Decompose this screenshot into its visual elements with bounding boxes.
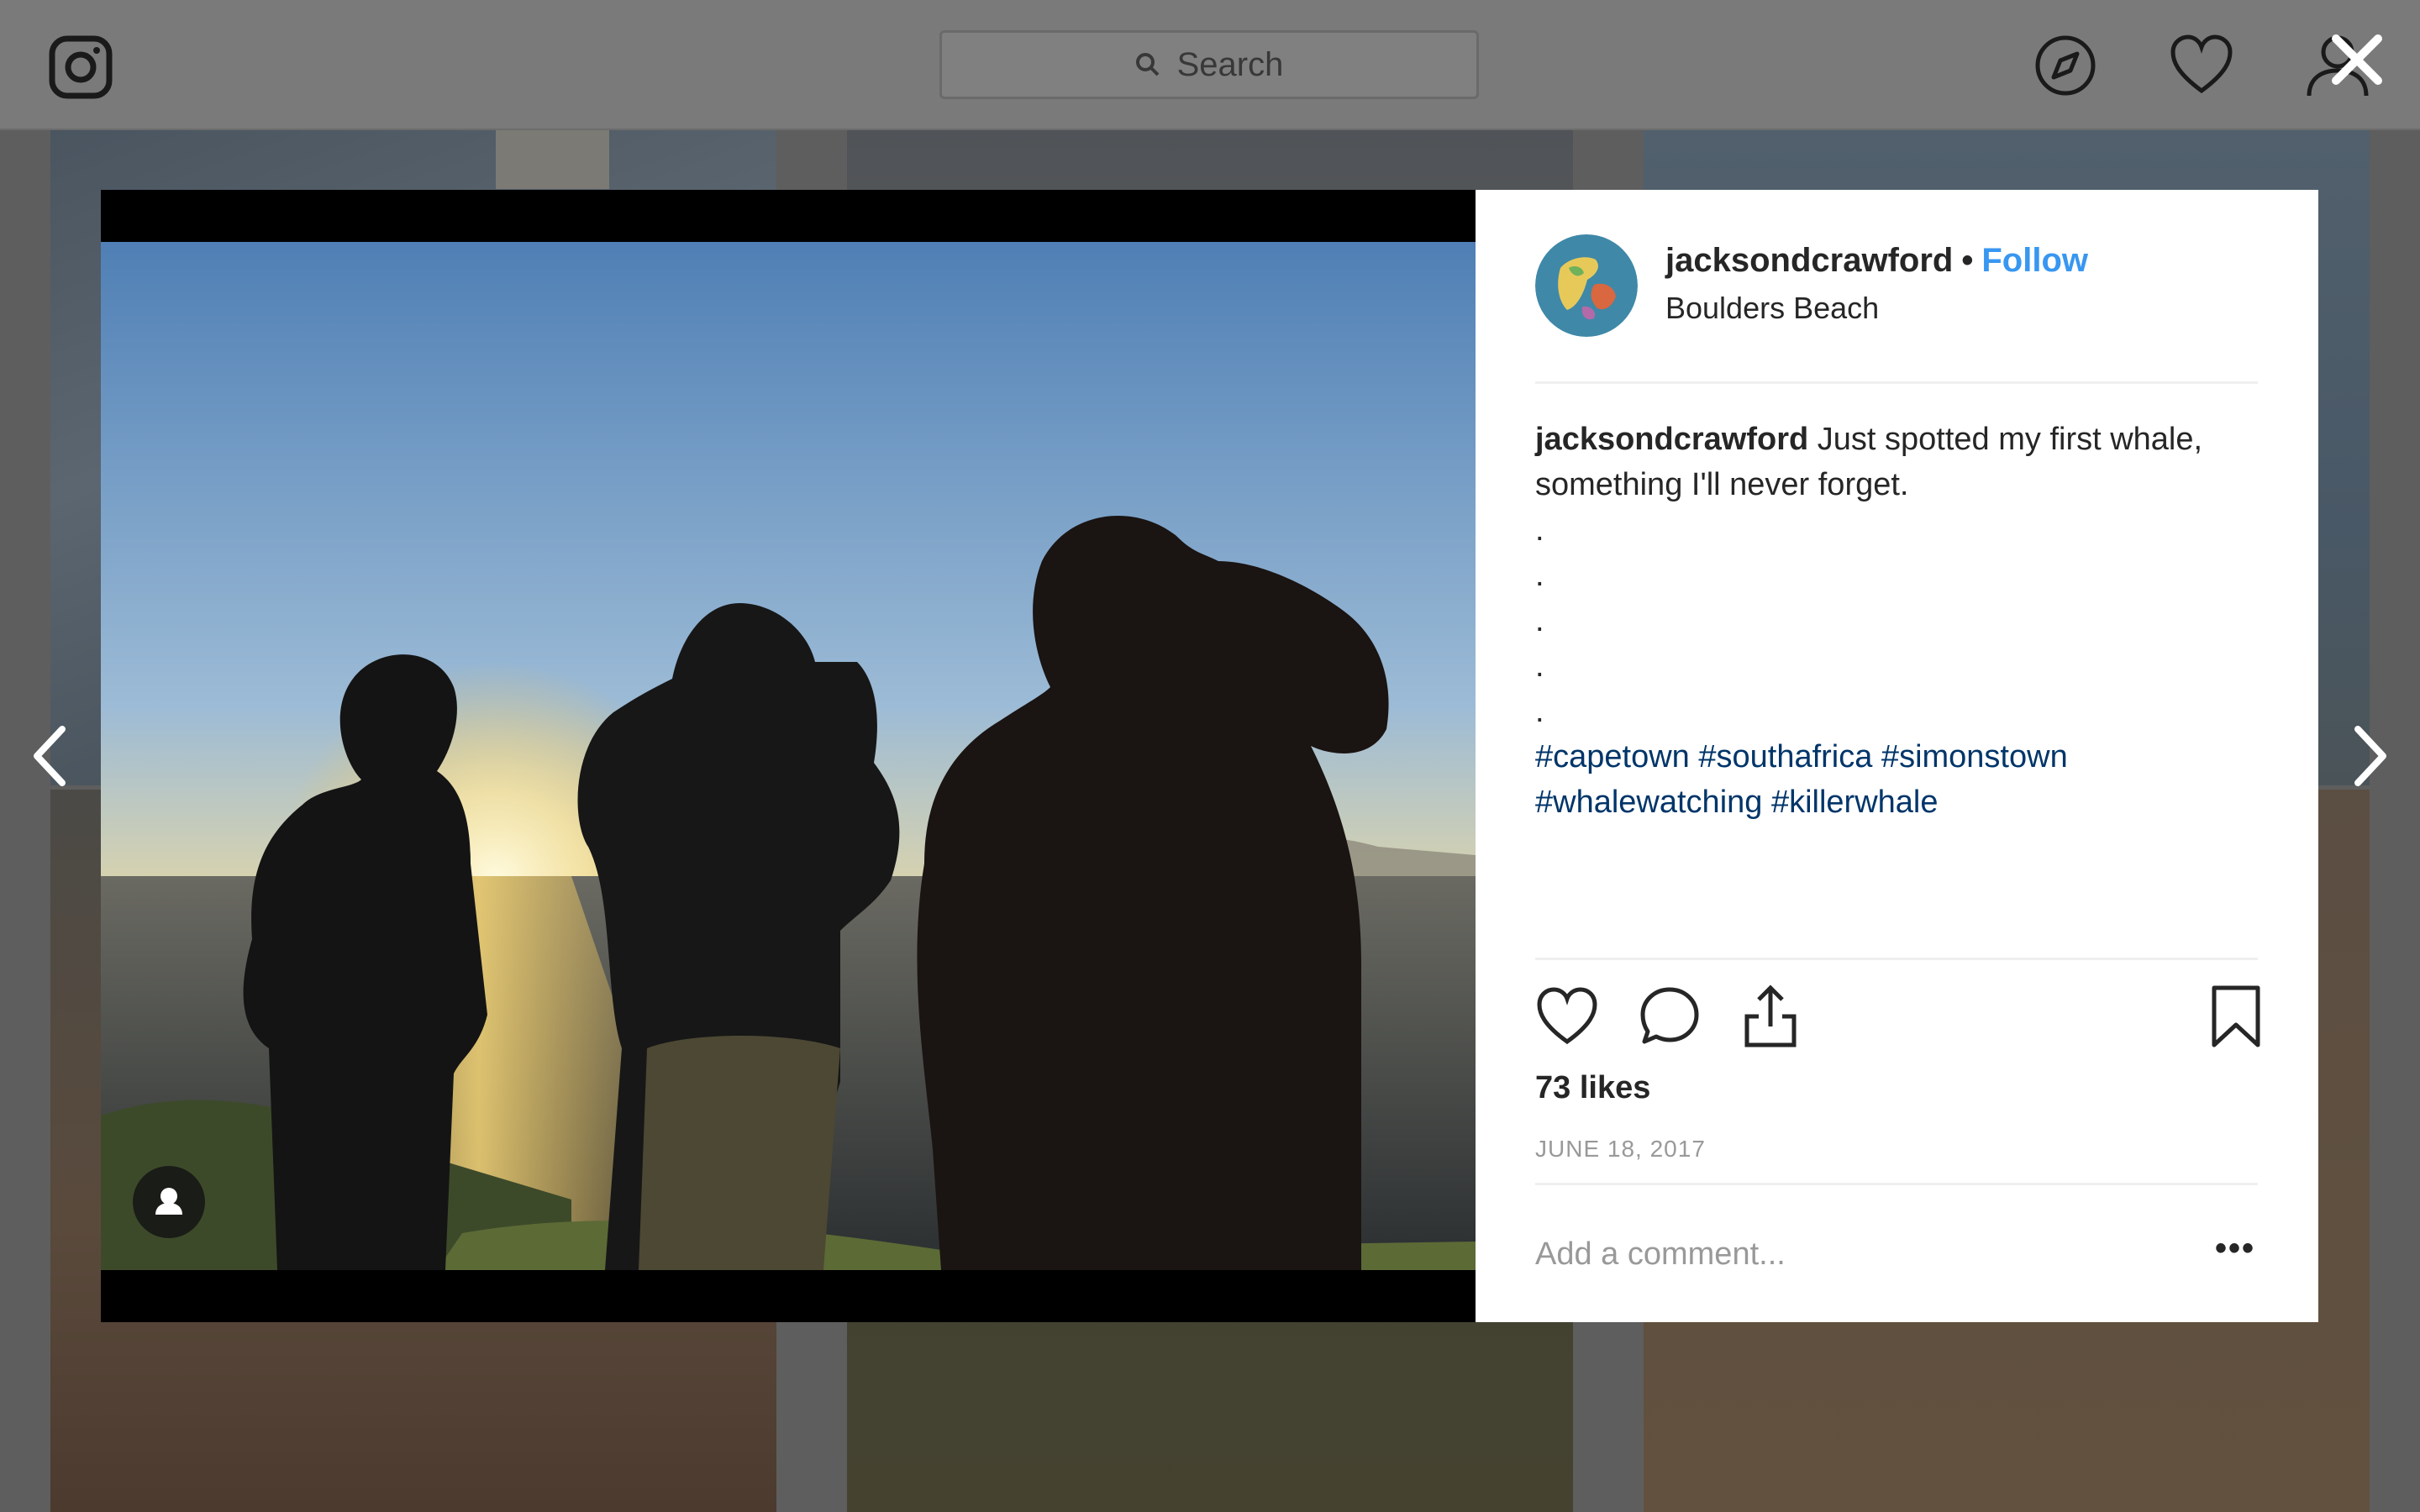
username-link[interactable]: jacksondcrawford — [1665, 242, 1953, 279]
add-comment-input[interactable]: Add a comment... — [1535, 1236, 1786, 1273]
post-date: JUNE 18, 2017 — [1535, 1136, 1706, 1162]
caption-dots: . . . . . — [1535, 507, 2266, 734]
chevron-left-icon[interactable] — [25, 722, 76, 790]
caption-dot: . — [1535, 558, 1544, 593]
avatar[interactable] — [1535, 234, 1638, 337]
hashtags-line-1[interactable]: #capetown #southafrica #simonstown — [1535, 734, 2266, 780]
separator-dot: • — [1961, 242, 1974, 279]
top-navigation-bar: Search — [0, 0, 2420, 130]
activity-heart-icon[interactable] — [2168, 32, 2235, 99]
post-details-panel: jacksondcrawford • Follow Boulders Beach j… — [1476, 190, 2318, 1322]
caption-dot: . — [1535, 694, 1544, 729]
search-icon — [1135, 53, 1160, 76]
follow-button[interactable]: Follow — [1981, 242, 2088, 279]
search-placeholder: Search — [1176, 45, 1284, 83]
avatar-globe-image — [1535, 234, 1638, 337]
location-link[interactable]: Boulders Beach — [1665, 291, 1879, 326]
instagram-logo-icon[interactable] — [47, 34, 114, 101]
post-caption: jacksondcrawford Just spotted my first w… — [1535, 417, 2266, 825]
more-options-button[interactable]: ••• — [2215, 1230, 2255, 1268]
post-header-title: jacksondcrawford • Follow — [1665, 242, 2088, 280]
explore-compass-icon[interactable] — [2032, 32, 2099, 99]
chevron-right-icon[interactable] — [2344, 722, 2395, 790]
search-box[interactable]: Search — [939, 30, 1479, 99]
post-photo-frame — [101, 190, 1476, 1322]
actions-divider — [1535, 958, 2258, 960]
share-icon[interactable] — [1739, 984, 1802, 1048]
caption-dot: . — [1535, 648, 1544, 684]
caption-dot: . — [1535, 603, 1544, 638]
tagged-user-icon — [155, 1188, 182, 1215]
comment-divider — [1535, 1183, 2258, 1185]
lighthouse-shape — [496, 130, 609, 189]
bookmark-icon[interactable] — [2204, 984, 2268, 1048]
header-divider — [1535, 381, 2258, 384]
hashtags-line-2[interactable]: #whalewatching #killerwhale — [1535, 780, 2266, 825]
post-photo[interactable] — [101, 242, 1476, 1270]
like-heart-icon[interactable] — [1535, 984, 1599, 1048]
tagged-user-button[interactable] — [133, 1166, 205, 1238]
likes-count[interactable]: 73 likes — [1535, 1070, 1650, 1106]
close-icon[interactable] — [2326, 29, 2388, 91]
caption-username[interactable]: jacksondcrawford — [1535, 422, 1808, 457]
caption-dot: . — [1535, 512, 1544, 548]
comment-bubble-icon[interactable] — [1638, 984, 1702, 1048]
